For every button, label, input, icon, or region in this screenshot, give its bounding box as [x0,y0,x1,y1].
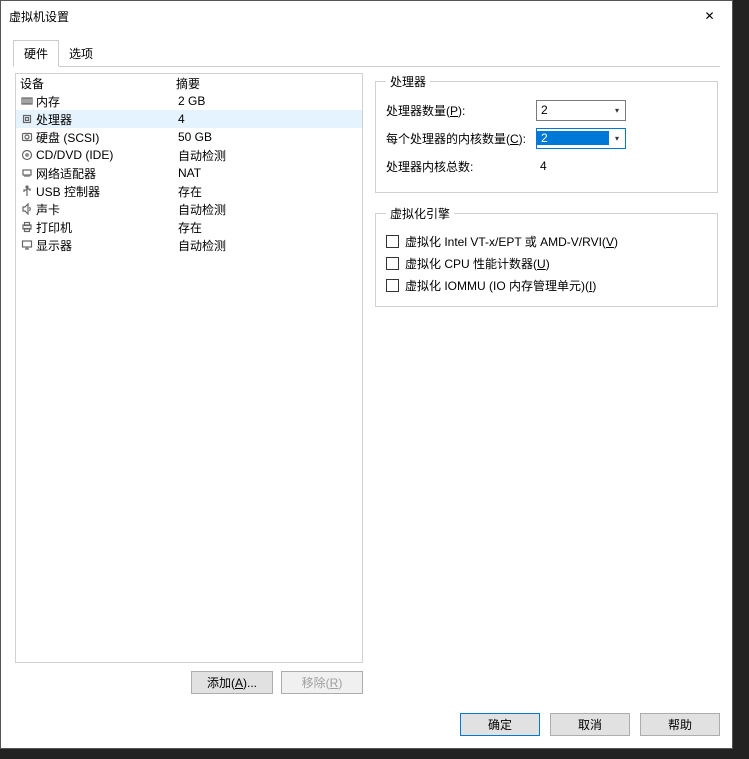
virt-vtx-row[interactable]: 虚拟化 Intel VT-x/EPT 或 AMD-V/RVI(V) [386,230,707,252]
checkbox-icon[interactable] [386,257,399,270]
disk-icon [20,131,34,143]
proc-count-combo[interactable]: 2 ▾ [536,100,626,121]
cancel-button[interactable]: 取消 [550,713,630,736]
tab-hardware[interactable]: 硬件 [13,40,59,67]
list-item[interactable]: 处理器 4 [16,110,362,128]
checkbox-icon[interactable] [386,279,399,292]
virt-vtx-label: 虚拟化 Intel VT-x/EPT 或 AMD-V/RVI(V) [405,233,618,250]
vm-settings-dialog: 虚拟机设置 ✕ 硬件 选项 设备 摘要 [0,0,733,749]
proc-count-label: 处理器数量(P): [386,102,536,119]
total-cores-value: 4 [540,159,547,173]
ok-button[interactable]: 确定 [460,713,540,736]
titlebar: 虚拟机设置 ✕ [1,1,732,31]
printer-icon [20,221,34,233]
col-header-summary: 摘要 [176,75,200,92]
tab-row: 硬件 选项 [13,39,720,67]
virtualization-group: 虚拟化引擎 虚拟化 Intel VT-x/EPT 或 AMD-V/RVI(V) … [375,205,718,307]
sound-icon [20,203,34,215]
list-item[interactable]: 内存 2 GB [16,92,362,110]
display-icon [20,239,34,251]
list-item[interactable]: 硬盘 (SCSI) 50 GB [16,128,362,146]
close-icon: ✕ [704,9,714,23]
device-list-header: 设备 摘要 [16,74,362,92]
list-item[interactable]: CD/DVD (IDE) 自动检测 [16,146,362,164]
cores-per-proc-combo[interactable]: 2 ▾ [536,128,626,149]
list-item[interactable]: 打印机 存在 [16,218,362,236]
cpu-icon [20,113,34,125]
device-list[interactable]: 设备 摘要 内存 2 GB 处理器 4 [15,73,363,663]
list-item[interactable]: 显示器 自动检测 [16,236,362,254]
total-cores-label: 处理器内核总数: [386,158,536,175]
remove-button: 移除(R) [281,671,363,694]
checkbox-icon[interactable] [386,235,399,248]
help-button[interactable]: 帮助 [640,713,720,736]
virt-iommu-label: 虚拟化 IOMMU (IO 内存管理单元)(I) [405,277,596,294]
usb-icon [20,185,34,197]
list-item[interactable]: USB 控制器 存在 [16,182,362,200]
cores-per-proc-label: 每个处理器的内核数量(C): [386,130,536,147]
virtualization-group-legend: 虚拟化引擎 [386,205,454,222]
processor-group: 处理器 处理器数量(P): 2 ▾ 每个处理器的内核数量(C): [375,73,718,193]
chevron-down-icon: ▾ [609,106,625,115]
close-button[interactable]: ✕ [687,1,732,31]
dialog-footer: 确定 取消 帮助 [1,713,732,736]
virt-counters-label: 虚拟化 CPU 性能计数器(U) [405,255,550,272]
processor-group-legend: 处理器 [386,73,430,90]
cd-icon [20,149,34,161]
list-item[interactable]: 声卡 自动检测 [16,200,362,218]
col-header-device: 设备 [20,75,176,92]
network-icon [20,167,34,179]
titlebar-text: 虚拟机设置 [9,8,687,25]
virt-counters-row[interactable]: 虚拟化 CPU 性能计数器(U) [386,252,707,274]
memory-icon [20,95,34,107]
virt-iommu-row[interactable]: 虚拟化 IOMMU (IO 内存管理单元)(I) [386,274,707,296]
chevron-down-icon: ▾ [609,134,625,143]
tab-options[interactable]: 选项 [58,40,104,67]
list-item[interactable]: 网络适配器 NAT [16,164,362,182]
add-button[interactable]: 添加(A)... [191,671,273,694]
